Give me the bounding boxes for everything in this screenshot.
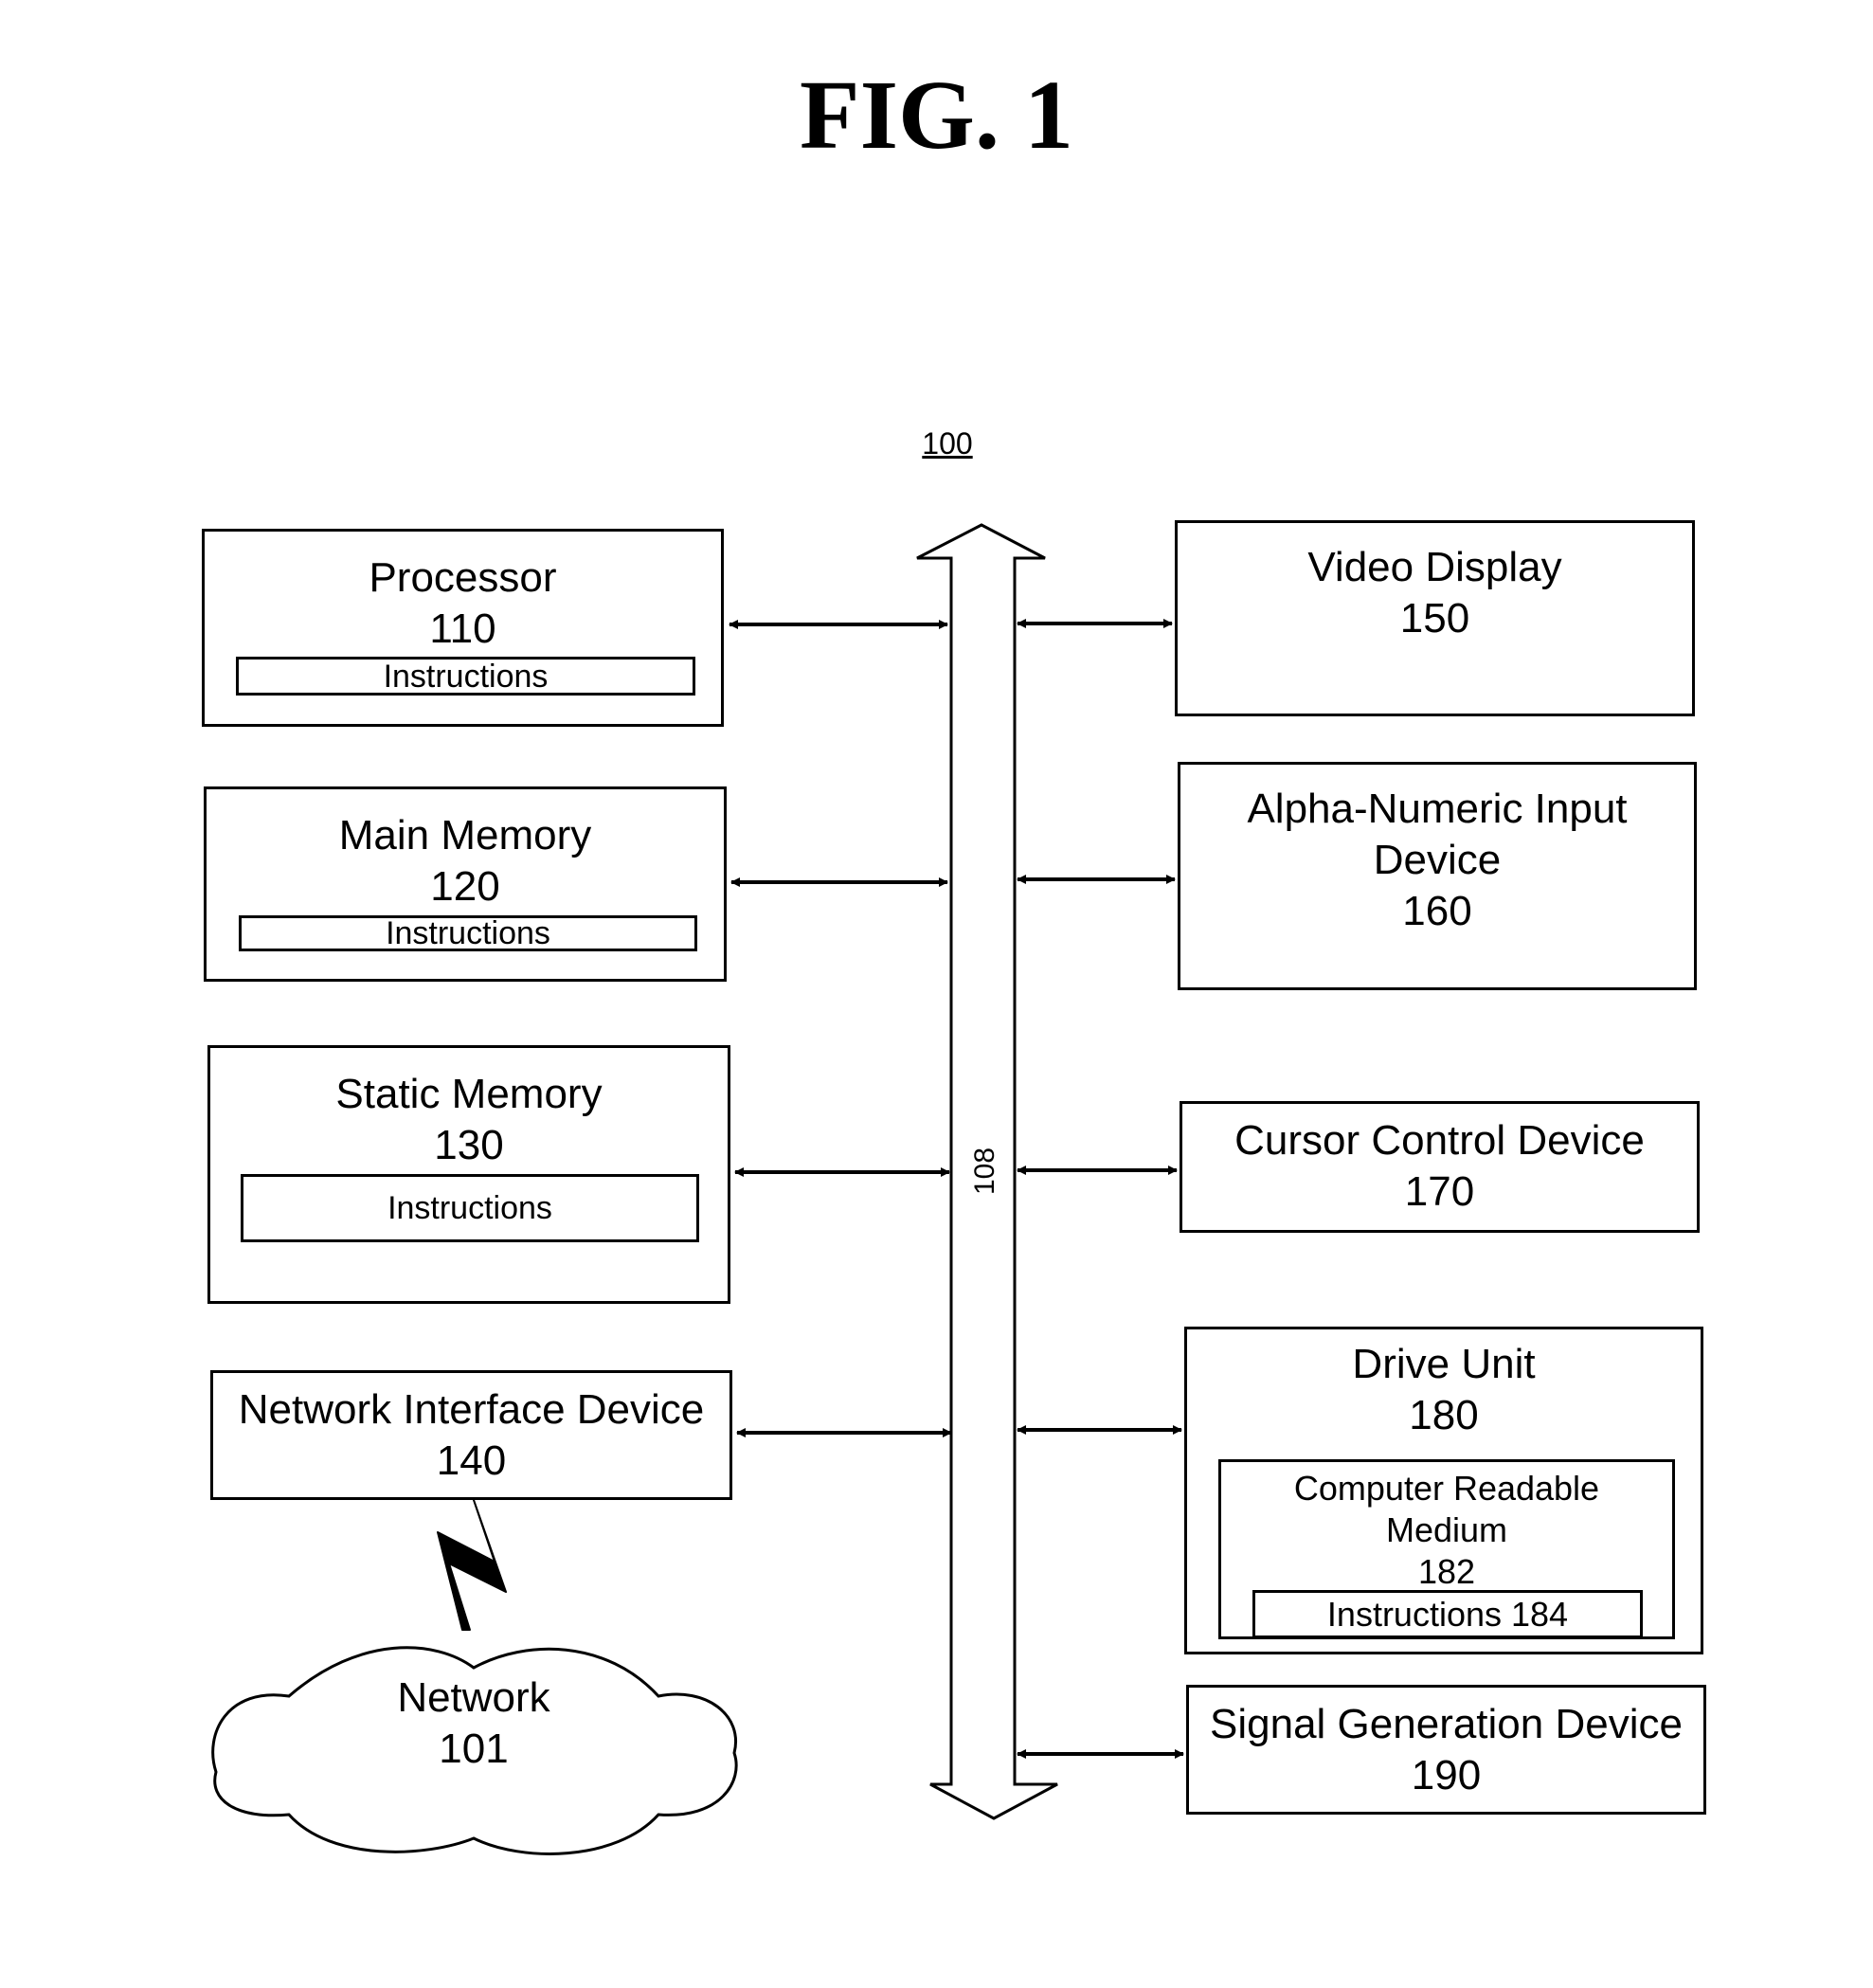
- cursor-control-block: Cursor Control Device 170: [1180, 1101, 1700, 1233]
- static-memory-instructions: Instructions: [241, 1174, 699, 1242]
- static-memory-block: Static Memory 130 Instructions: [207, 1045, 730, 1304]
- main-memory-instructions: Instructions: [239, 915, 697, 951]
- cursor-control-ref: 170: [1404, 1168, 1475, 1215]
- signal-generation-block: Signal Generation Device 190: [1186, 1685, 1706, 1815]
- computer-readable-medium-block: Computer Readable Medium 182 Instruction…: [1218, 1459, 1675, 1639]
- video-display-label: Video Display: [1307, 544, 1562, 590]
- medium-label-line2: Medium: [1385, 1510, 1508, 1549]
- drive-instructions: Instructions 184: [1252, 1590, 1643, 1638]
- main-memory-block: Main Memory 120 Instructions: [204, 786, 727, 982]
- processor-ref: 110: [429, 605, 496, 652]
- alphanumeric-label-line2: Device: [1373, 837, 1502, 883]
- network-label: Network: [397, 1674, 550, 1721]
- processor-instructions: Instructions: [236, 657, 695, 696]
- main-memory-ref: 120: [430, 863, 500, 910]
- network-interface-ref: 140: [436, 1437, 507, 1484]
- video-display-block: Video Display 150: [1175, 520, 1695, 716]
- drive-unit-label: Drive Unit: [1352, 1341, 1536, 1387]
- signal-generation-label: Signal Generation Device: [1210, 1701, 1683, 1747]
- static-memory-ref: 130: [434, 1122, 504, 1168]
- medium-ref: 182: [1417, 1552, 1476, 1591]
- processor-block: Processor 110 Instructions: [202, 529, 724, 727]
- network-interface-label: Network Interface Device: [238, 1386, 705, 1433]
- network-ref: 101: [439, 1726, 509, 1772]
- video-display-ref: 150: [1399, 595, 1470, 642]
- main-memory-label: Main Memory: [338, 812, 592, 858]
- medium-label-line1: Computer Readable: [1293, 1469, 1600, 1508]
- drive-unit-block: Drive Unit 180 Computer Readable Medium …: [1184, 1327, 1703, 1654]
- signal-generation-ref: 190: [1411, 1752, 1482, 1798]
- static-memory-label: Static Memory: [335, 1071, 603, 1117]
- network-interface-block: Network Interface Device 140: [210, 1370, 732, 1500]
- alphanumeric-input-block: Alpha-Numeric Input Device 160: [1178, 762, 1697, 990]
- alphanumeric-ref: 160: [1402, 888, 1472, 934]
- cursor-control-label: Cursor Control Device: [1234, 1117, 1645, 1164]
- alphanumeric-label-line1: Alpha-Numeric Input: [1247, 786, 1628, 832]
- drive-unit-ref: 180: [1409, 1392, 1479, 1438]
- bus-reference-label: 108: [969, 1147, 1000, 1196]
- wireless-link-icon: [437, 1499, 507, 1631]
- processor-label: Processor: [369, 554, 557, 601]
